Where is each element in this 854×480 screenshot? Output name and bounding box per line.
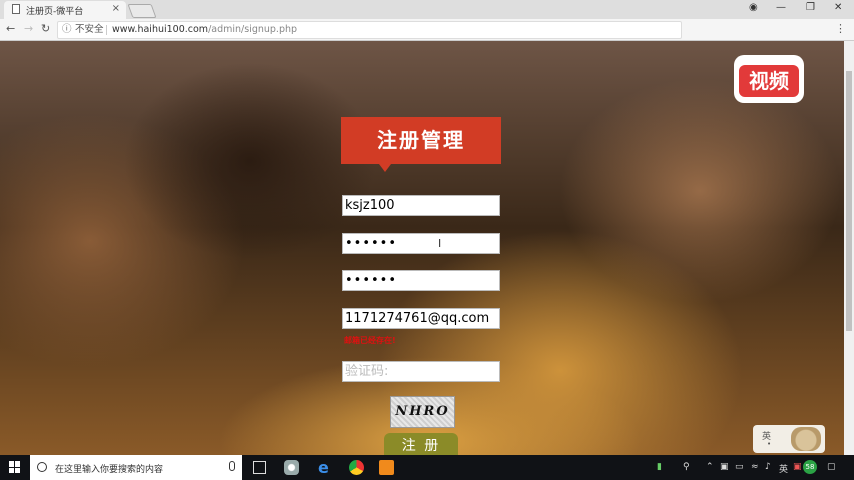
profile-icon[interactable]: ◉	[749, 2, 758, 13]
info-icon[interactable]: ⓘ	[62, 22, 72, 38]
text-cursor-icon: I	[438, 237, 442, 250]
cortana-icon	[37, 462, 47, 472]
email-error-message: 邮箱已经存在!	[344, 336, 396, 345]
tab-signup[interactable]: 注册页-微平台 ×	[4, 1, 126, 19]
username-field[interactable]: ksjz100	[342, 195, 500, 216]
tray-badge[interactable]: 58	[803, 460, 817, 474]
tab-title: 注册页-微平台	[26, 7, 84, 17]
url-path: /admin/signup.php	[208, 24, 298, 35]
chrome-icon[interactable]	[349, 460, 364, 475]
page-scrollbar[interactable]	[844, 41, 854, 455]
url-text: www.haihui100.com/admin/signup.php	[112, 22, 297, 38]
reload-icon[interactable]: ↻	[41, 22, 50, 35]
page-background: 视频 注册管理 ksjz100 •••••• I •••••• 11712747…	[0, 41, 854, 455]
usb-icon[interactable]: ▣	[720, 462, 729, 472]
task-view-icon[interactable]	[253, 461, 266, 474]
tray-lang[interactable]: 英	[779, 462, 788, 475]
taskbar: 在这里输入你要搜索的内容 e ▮ ⚲ ⌃ ▣ ▭ ≈ ♪ 英 ▣ 58 ▢	[0, 455, 854, 480]
video-logo: 视频	[734, 55, 804, 103]
password-field[interactable]: ••••••	[342, 233, 500, 254]
security-label: 不安全	[75, 24, 104, 35]
url-host: www.haihui100.com	[112, 24, 209, 35]
scrollbar-thumb[interactable]	[846, 71, 852, 331]
address-bar[interactable]: ⓘ 不安全 www.haihui100.com/admin/signup.php	[57, 21, 682, 39]
tab-strip: 注册页-微平台 × ◉ — ❐ ✕	[0, 0, 854, 19]
ime-widget[interactable]: 英 •	[753, 425, 825, 453]
slides-app-icon[interactable]	[379, 460, 394, 475]
app-icon[interactable]	[284, 460, 299, 475]
page-icon	[12, 4, 20, 14]
restore-icon[interactable]: ❐	[806, 2, 815, 13]
confirm-password-field[interactable]: ••••••	[342, 270, 500, 291]
captcha-input[interactable]: 验证码:	[342, 361, 500, 382]
form-title: 注册管理	[341, 117, 501, 172]
wifi-icon[interactable]: ≈	[751, 462, 759, 472]
search-placeholder: 在这里输入你要搜索的内容	[55, 465, 164, 475]
tray-up-icon[interactable]: ⌃	[706, 462, 714, 472]
microphone-icon[interactable]	[229, 461, 235, 471]
input-method-icon[interactable]: ▣	[793, 462, 802, 472]
minimize-icon[interactable]: —	[776, 2, 786, 13]
windows-start-icon[interactable]	[9, 461, 21, 473]
browser-menu-icon[interactable]: ⋮	[835, 22, 846, 35]
address-toolbar: ← → ↻ ⓘ 不安全 www.haihui100.com/admin/sign…	[0, 19, 854, 41]
cat-mascot-icon	[791, 427, 821, 451]
battery-icon[interactable]: ▮	[657, 462, 662, 472]
captcha-image[interactable]: NHRO	[390, 396, 455, 428]
edge-icon[interactable]: e	[318, 458, 333, 477]
tab-close-icon[interactable]: ×	[112, 3, 120, 14]
person-icon[interactable]: ⚲	[683, 462, 690, 472]
email-field[interactable]: 1171274761@qq.com	[342, 308, 500, 329]
back-icon[interactable]: ←	[6, 22, 15, 35]
signup-button[interactable]: 注 册	[384, 433, 458, 455]
ime-sub: •	[767, 440, 772, 448]
new-tab-button[interactable]	[127, 4, 157, 18]
logo-text: 视频	[739, 65, 799, 97]
omnibox-divider	[106, 25, 107, 35]
forward-icon[interactable]: →	[24, 22, 33, 35]
notification-icon[interactable]: ▢	[827, 462, 836, 472]
volume-icon[interactable]: ♪	[765, 462, 771, 472]
taskbar-search[interactable]: 在这里输入你要搜索的内容	[30, 455, 242, 480]
window-close-icon[interactable]: ✕	[834, 2, 842, 13]
power-icon[interactable]: ▭	[735, 462, 744, 472]
